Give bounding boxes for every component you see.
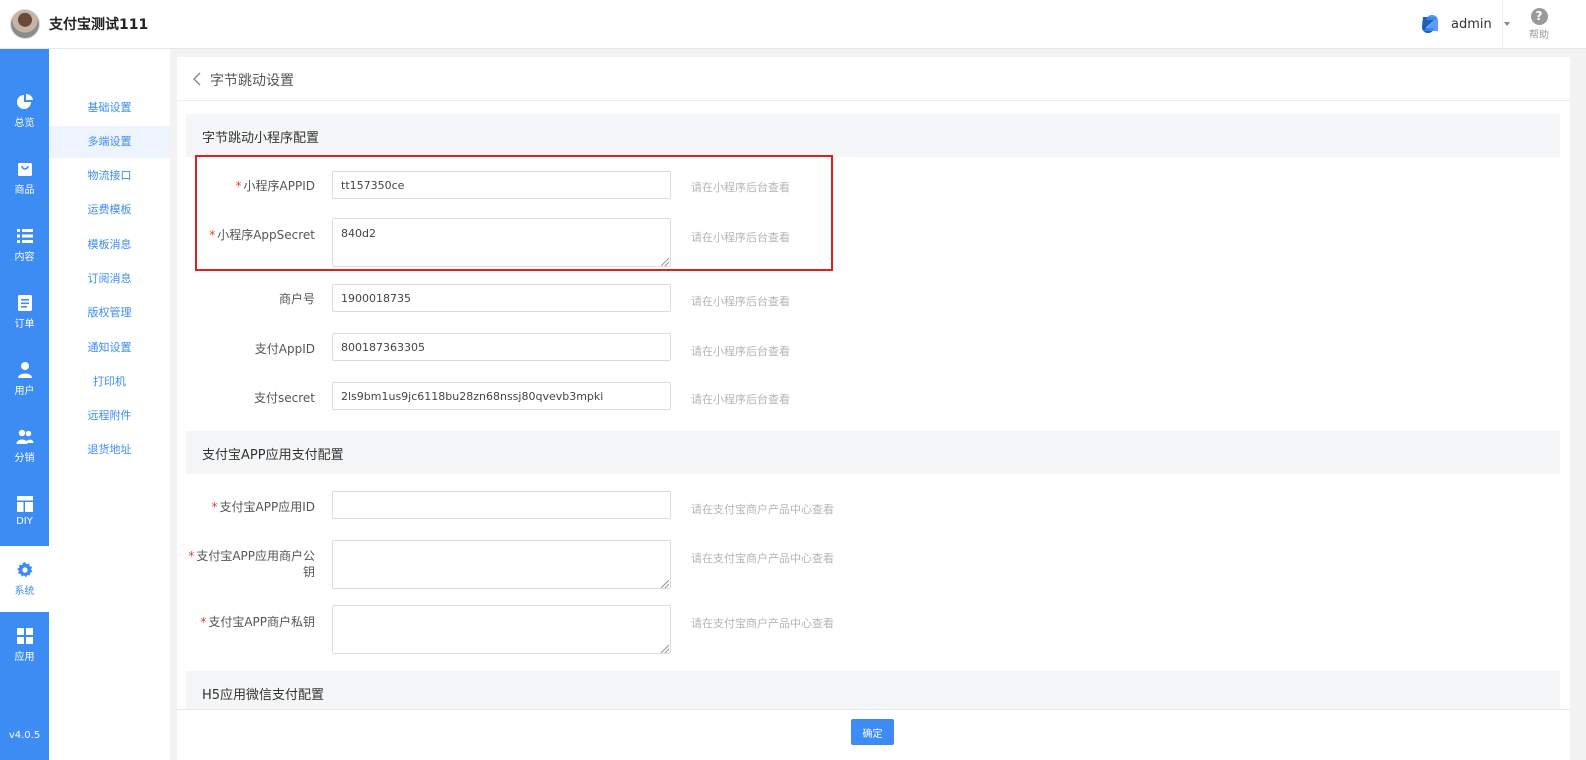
required-mark: * xyxy=(200,615,207,629)
nav-label: 订单 xyxy=(14,319,35,330)
shopping-bag-icon xyxy=(16,160,34,178)
document-icon xyxy=(16,294,34,312)
nav-label: 分销 xyxy=(14,453,35,464)
subnav-item-notifications[interactable]: 通知设置 xyxy=(49,332,170,364)
field-label-pay-appid: 支付AppID xyxy=(254,342,315,356)
resize-handle-icon[interactable] xyxy=(661,645,669,653)
required-mark: * xyxy=(188,549,195,563)
appid-input[interactable] xyxy=(332,171,671,199)
field-hint: 请在小程序后台查看 xyxy=(691,295,790,308)
nav-item-orders[interactable]: 订单 xyxy=(0,279,49,345)
user-icon xyxy=(16,361,34,379)
users-icon xyxy=(16,428,34,446)
nav-item-apps[interactable]: 应用 xyxy=(0,612,49,678)
section-header-bytedance: 字节跳动小程序配置 xyxy=(186,114,1560,157)
subnav-item-printer[interactable]: 打印机 xyxy=(49,366,170,398)
alipay-appid-input[interactable] xyxy=(332,491,671,519)
section-header-alipay: 支付宝APP应用支付配置 xyxy=(186,431,1560,474)
nav-label: 系统 xyxy=(14,586,35,597)
user-menu[interactable]: admin xyxy=(1418,12,1510,36)
subnav-item-template-message[interactable]: 模板消息 xyxy=(49,229,170,261)
nav-item-content[interactable]: 内容 xyxy=(0,212,49,278)
merchant-id-input[interactable] xyxy=(332,284,671,312)
field-label-alipay-appid: * 支付宝APP应用ID xyxy=(211,500,315,514)
field-label-appsecret: * 小程序AppSecret xyxy=(209,228,315,242)
nav-item-products[interactable]: 商品 xyxy=(0,145,49,211)
nav-item-distribution[interactable]: 分销 xyxy=(0,413,49,479)
top-bar: 支付宝测试111 admin ? 帮助 xyxy=(0,0,1586,49)
field-label-pay-secret: 支付secret xyxy=(254,391,315,405)
pie-chart-icon xyxy=(16,93,34,111)
section-title: 支付宝APP应用支付配置 xyxy=(202,448,344,463)
field-hint: 请在小程序后台查看 xyxy=(691,393,790,406)
back-arrow-icon[interactable] xyxy=(191,72,203,86)
nav-item-diy[interactable]: DIY xyxy=(0,480,49,546)
field-hint: 请在小程序后台查看 xyxy=(691,231,790,244)
gear-icon xyxy=(16,561,34,579)
nav-label: 总览 xyxy=(14,118,35,129)
secondary-sidebar: 基础设置 多端设置 物流接口 运费模板 模板消息 订阅消息 版权管理 通知设置 … xyxy=(49,49,170,760)
pay-appid-input[interactable] xyxy=(332,333,671,361)
divider xyxy=(1502,0,1503,49)
subnav-item-copyright[interactable]: 版权管理 xyxy=(49,297,170,329)
required-mark: * xyxy=(211,500,218,514)
user-logo-icon xyxy=(1421,14,1439,34)
subnav-item-shipping-template[interactable]: 运费模板 xyxy=(49,194,170,226)
field-hint: 请在支付宝商户产品中心查看 xyxy=(691,552,834,565)
alipay-public-key-textarea[interactable] xyxy=(332,540,671,589)
grid-icon xyxy=(16,627,34,645)
help-label: 帮助 xyxy=(1529,30,1549,41)
field-hint: 请在小程序后台查看 xyxy=(691,181,790,194)
field-label-alipay-private-key: * 支付宝APP商户私钥 xyxy=(200,615,315,629)
subnav-item-basic[interactable]: 基础设置 xyxy=(49,92,170,124)
list-icon xyxy=(16,227,34,245)
question-icon: ? xyxy=(1530,8,1548,25)
field-label-appid: * 小程序APPID xyxy=(235,179,315,193)
help-button[interactable]: ? 帮助 xyxy=(1526,8,1552,41)
nav-label: 用户 xyxy=(14,386,35,397)
nav-item-overview[interactable]: 总览 xyxy=(0,78,49,144)
subnav-item-multiplatform[interactable]: 多端设置 xyxy=(49,126,170,158)
user-name: admin xyxy=(1451,16,1492,32)
subnav-item-logistics[interactable]: 物流接口 xyxy=(49,160,170,192)
nav-label: DIY xyxy=(16,516,33,527)
nav-label: 应用 xyxy=(14,652,35,663)
primary-sidebar: 总览 商品 内容 订单 用户 分销 DIY 系统 应用 v4.0.5 xyxy=(0,49,49,760)
subnav-item-remote-attachment[interactable]: 远程附件 xyxy=(49,400,170,432)
section-title: H5应用微信支付配置 xyxy=(202,688,325,703)
nav-item-system[interactable]: 系统 xyxy=(0,546,49,612)
field-label-alipay-public-key: * 支付宝APP应用商户公钥 xyxy=(188,549,315,579)
nav-label: 商品 xyxy=(14,185,35,196)
pay-secret-input[interactable] xyxy=(332,382,671,410)
appsecret-textarea[interactable]: 840d2 xyxy=(332,218,671,267)
section-title: 字节跳动小程序配置 xyxy=(202,131,320,146)
caret-down-icon xyxy=(1503,22,1510,26)
field-hint: 请在支付宝商户产品中心查看 xyxy=(691,617,834,630)
alipay-private-key-textarea[interactable] xyxy=(332,605,671,654)
subnav-item-subscribe-message[interactable]: 订阅消息 xyxy=(49,263,170,295)
footer-bar: 确定 xyxy=(177,709,1570,760)
store-avatar xyxy=(10,9,40,39)
resize-handle-icon[interactable] xyxy=(661,580,669,588)
store-title: 支付宝测试111 xyxy=(49,17,149,33)
nav-item-users[interactable]: 用户 xyxy=(0,346,49,412)
page-title: 字节跳动设置 xyxy=(210,73,294,89)
required-mark: * xyxy=(209,228,216,242)
field-label-merchant-id: 商户号 xyxy=(278,292,315,306)
layout-icon xyxy=(16,495,34,513)
main-content: 字节跳动设置 字节跳动小程序配置 *小程序APPID 请在小程序后台查看 *小程… xyxy=(177,57,1570,709)
required-mark: * xyxy=(235,179,242,193)
field-hint: 请在支付宝商户产品中心查看 xyxy=(691,503,834,516)
subnav-item-return-address[interactable]: 退货地址 xyxy=(49,434,170,466)
resize-handle-icon[interactable] xyxy=(661,258,669,266)
section-header-h5: H5应用微信支付配置 xyxy=(186,671,1560,709)
brand[interactable]: 支付宝测试111 xyxy=(10,9,148,39)
nav-label: 内容 xyxy=(14,252,35,263)
version-label: v4.0.5 xyxy=(8,730,41,741)
field-hint: 请在小程序后台查看 xyxy=(691,345,790,358)
confirm-button[interactable]: 确定 xyxy=(851,719,894,745)
page-header: 字节跳动设置 xyxy=(177,57,1570,101)
